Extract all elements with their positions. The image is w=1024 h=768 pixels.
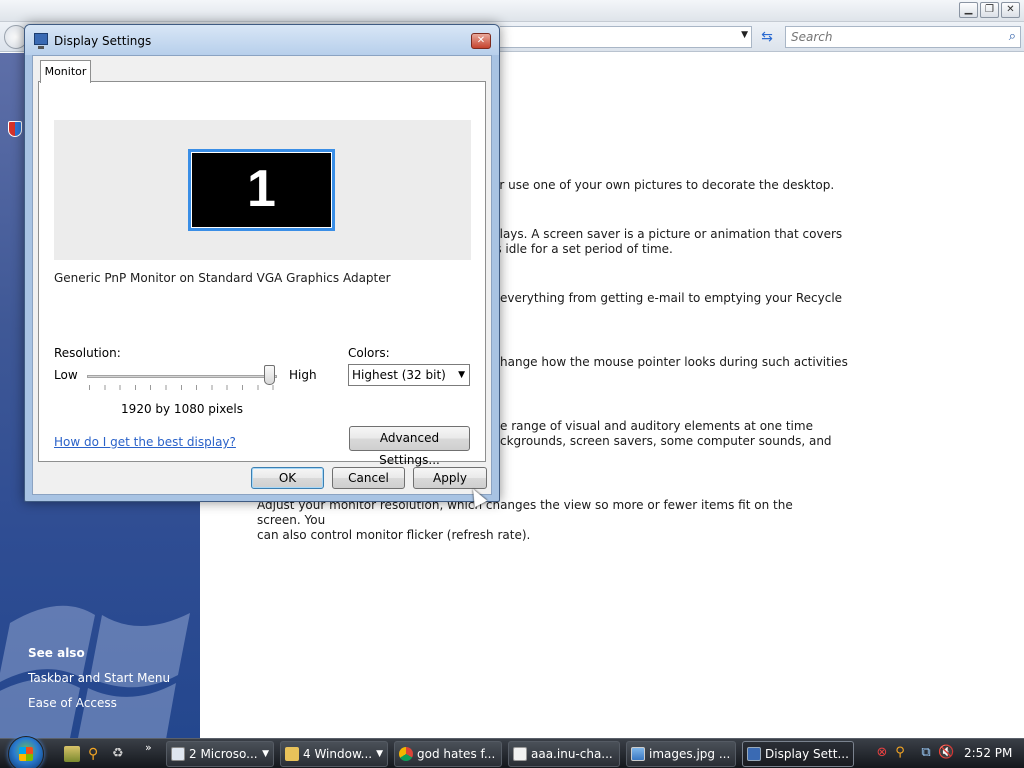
switch-windows-icon[interactable]: ♻ [112, 746, 128, 762]
resolution-value: 1920 by 1080 pixels [121, 402, 243, 416]
advanced-settings-button[interactable]: Advanced Settings... [349, 426, 470, 467]
taskbar-item-label: images.jpg ... [649, 747, 731, 761]
apply-button[interactable]: Apply [413, 467, 487, 489]
security-alert-icon[interactable]: ⊗ [874, 745, 890, 761]
network-icon[interactable]: ⧉ [918, 745, 934, 761]
security-shield-icon [8, 121, 22, 137]
sidebar-link-taskbar[interactable]: Taskbar and Start Menu [28, 671, 170, 685]
description-line: Adjust your monitor resolution, which ch… [257, 498, 793, 527]
taskbar-item-display-settings[interactable]: Display Sett... [742, 741, 854, 767]
dialog-titlebar[interactable]: Display Settings ✕ [25, 25, 499, 55]
cancel-button[interactable]: Cancel [332, 467, 405, 489]
search-input[interactable] [786, 27, 986, 47]
taskbar-item-label: 2 Microso... [189, 747, 258, 761]
window-controls: ▁ ❐ ✕ [959, 2, 1020, 18]
see-also-heading: See also [28, 646, 85, 660]
display-settings-dialog: Display Settings ✕ Monitor 1 Generic PnP… [24, 24, 500, 502]
taskbar-item-label: 4 Window... [303, 747, 373, 761]
taskbar-item-windows[interactable]: 4 Window... ▼ [280, 741, 388, 767]
resolution-slider-ticks [89, 385, 275, 390]
chevron-down-icon: ▼ [376, 749, 383, 759]
monitor-arrangement-area: 1 [54, 120, 471, 260]
close-icon[interactable]: ✕ [471, 33, 491, 49]
desktop-background-description: or use one of your own pictures to decor… [492, 178, 1024, 193]
clock[interactable]: 2:52 PM [964, 746, 1012, 760]
chevron-down-icon: ▼ [458, 370, 465, 380]
chrome-icon [399, 747, 413, 761]
display-settings-icon [747, 747, 761, 761]
resolution-slider-thumb[interactable] [264, 365, 275, 385]
image-icon [631, 747, 645, 761]
tab-monitor[interactable]: Monitor [40, 60, 91, 83]
description-line: can also control monitor flicker (refres… [257, 528, 531, 542]
description-line: everything from getting e-mail to emptyi… [500, 291, 843, 305]
display-settings-description: Adjust your monitor resolution, which ch… [257, 498, 817, 543]
show-desktop-icon[interactable] [64, 746, 80, 762]
refresh-icon[interactable]: ⇆ [756, 26, 778, 48]
taskbar: ⚲ ♻ » 2 Microso... ▼ 4 Window... ▼ god h… [0, 736, 1024, 768]
resolution-label: Resolution: [54, 346, 121, 360]
taskbar-item-microsoft[interactable]: 2 Microso... ▼ [166, 741, 274, 767]
restore-button[interactable]: ❐ [980, 2, 999, 18]
description-line: hange how the mouse pointer looks during… [500, 355, 848, 369]
colors-label: Colors: [348, 346, 390, 360]
description-line: or use one of your own pictures to decor… [492, 178, 835, 192]
taskbar-item-image[interactable]: images.jpg ... [626, 741, 736, 767]
search-quicklaunch-icon[interactable]: ⚲ [88, 746, 104, 762]
sidebar-link-ease-of-access[interactable]: Ease of Access [28, 696, 117, 710]
resolution-high-label: High [289, 368, 317, 382]
screen-saver-description: plays. A screen saver is a picture or an… [492, 227, 1024, 257]
address-field[interactable]: ▼ [500, 26, 752, 48]
window-group-icon [171, 747, 185, 761]
theme-description: e range of visual and auditory elements … [500, 419, 1024, 449]
taskbar-item-label: god hates f... [417, 747, 496, 761]
monitor-tab-panel: 1 Generic PnP Monitor on Standard VGA Gr… [38, 81, 486, 467]
dialog-body: Monitor 1 Generic PnP Monitor on Standar… [32, 55, 492, 495]
control-panel-titlebar: ▁ ❐ ✕ [0, 0, 1024, 22]
chevron-down-icon: ▼ [262, 749, 269, 759]
description-line: ckgrounds, screen savers, some computer … [500, 434, 832, 448]
mouse-pointers-description: hange how the mouse pointer looks during… [500, 355, 1024, 370]
description-line: e range of visual and auditory elements … [500, 419, 813, 433]
display-settings-icon [34, 33, 48, 49]
taskbar-item-label: aaa.inu-cha... [531, 747, 613, 761]
colors-select[interactable]: Highest (32 bit) ▼ [348, 364, 470, 386]
monitor-name: Generic PnP Monitor on Standard VGA Grap… [54, 271, 391, 285]
description-line: is idle for a set period of time. [492, 242, 673, 256]
start-button[interactable] [8, 736, 44, 768]
search-tray-icon[interactable]: ⚲ [892, 745, 908, 761]
close-button[interactable]: ✕ [1001, 2, 1020, 18]
search-icon[interactable]: ⌕ [1009, 29, 1016, 44]
taskbar-item-document[interactable]: aaa.inu-cha... [508, 741, 620, 767]
folder-icon [285, 747, 299, 761]
description-line: plays. A screen saver is a picture or an… [492, 227, 843, 241]
document-icon [513, 747, 527, 761]
best-display-help-link[interactable]: How do I get the best display? [54, 435, 236, 449]
search-box[interactable]: ⌕ [785, 26, 1021, 48]
colors-select-value: Highest (32 bit) [352, 368, 446, 382]
volume-muted-icon[interactable]: 🔇 [938, 745, 954, 761]
dialog-title: Display Settings [54, 34, 152, 48]
minimize-button[interactable]: ▁ [959, 2, 978, 18]
taskbar-item-browser[interactable]: god hates f... [394, 741, 502, 767]
address-dropdown-icon[interactable]: ▼ [741, 30, 748, 40]
taskbar-item-label: Display Sett... [765, 747, 849, 761]
resolution-low-label: Low [54, 368, 78, 382]
resolution-slider-track[interactable] [87, 375, 277, 378]
sounds-description: everything from getting e-mail to emptyi… [500, 291, 1024, 306]
quicklaunch-more-icon[interactable]: » [145, 741, 152, 754]
ok-button[interactable]: OK [251, 467, 324, 489]
monitor-1-icon[interactable]: 1 [188, 149, 335, 231]
